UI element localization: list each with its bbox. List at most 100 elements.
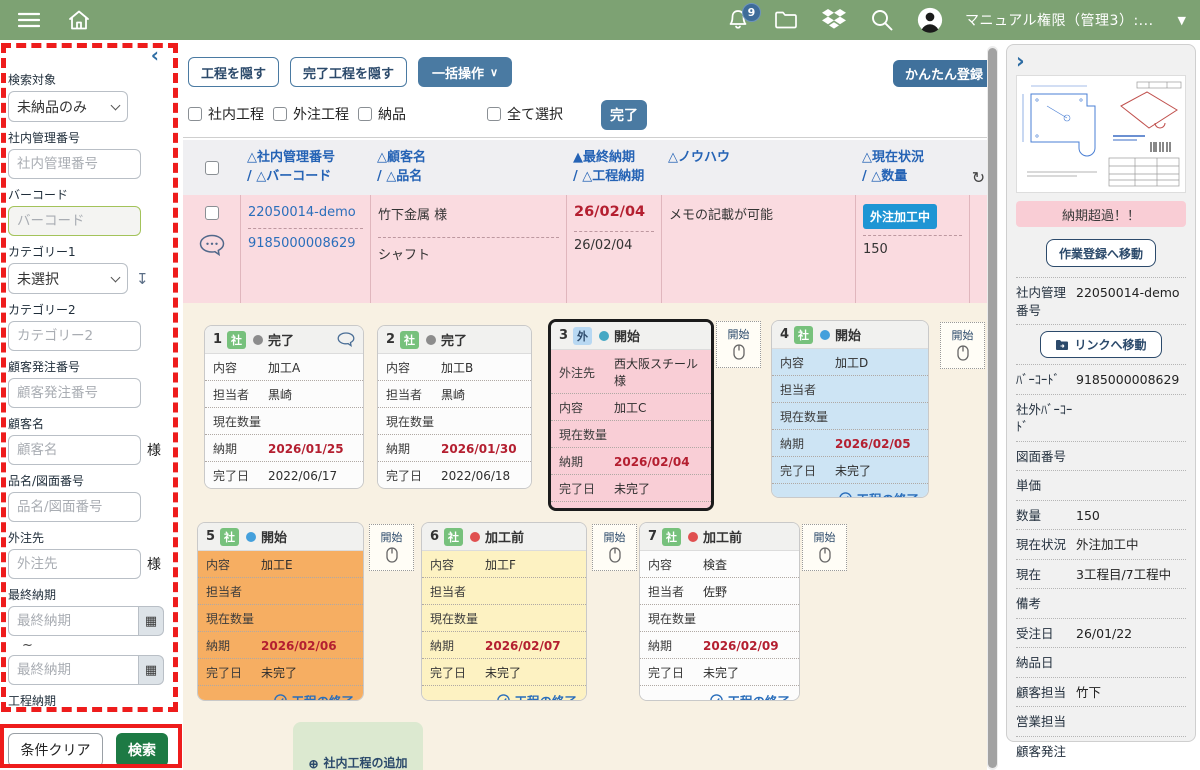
app-window: 9 マニュアル権限（管理3）:... ▼ ‹ 検索対象 未納品のみ 社内管 — [0, 0, 1200, 770]
internal-number-input[interactable] — [8, 149, 141, 179]
process-card-3-selected[interactable]: 3 外 開始 外注先西大阪スチール様 内容加工C 現在数量 納期2026/02/… — [548, 319, 714, 511]
end-process-link[interactable]: 工程の終了 — [772, 484, 928, 498]
item-name-input[interactable] — [8, 492, 141, 522]
end-process-link[interactable]: 工程の終了 — [640, 686, 799, 701]
delivery-checkbox-label: 納品 — [378, 104, 406, 124]
end-process-link[interactable]: 工程の終了 — [422, 686, 586, 701]
download-icon[interactable]: ↧ — [136, 270, 149, 288]
barcode-input[interactable] — [8, 206, 141, 236]
start-process-chip[interactable]: 開始 — [716, 321, 761, 368]
main-scrollbar[interactable] — [987, 46, 998, 770]
process-card-5[interactable]: 5 社 開始 内容加工E 担当者 現在数量 納期2026/02/06 完了日未完… — [197, 522, 364, 701]
customer-name-input[interactable] — [8, 435, 141, 465]
hide-process-button[interactable]: 工程を隠す — [188, 57, 279, 87]
notification-count-badge: 9 — [742, 3, 761, 22]
process-card-7[interactable]: 7 社 加工前 内容検査 担当者佐野 現在数量 納期2026/02/09 完了日… — [639, 522, 800, 701]
final-due-to-input[interactable] — [8, 655, 139, 685]
process-card-4[interactable]: 4 社 開始 内容加工D 担当者 現在数量 納期2026/02/05 完了日未完… — [771, 320, 929, 498]
overdue-alert: 納期超過！！ — [1016, 201, 1186, 227]
column-header-internal-number[interactable]: △社内管理番号/ △バーコード — [241, 140, 371, 195]
folder-link-icon — [1055, 339, 1069, 351]
process-number: 1 — [213, 332, 222, 347]
status-dot-icon — [599, 331, 609, 341]
search-target-select[interactable]: 未納品のみ — [8, 91, 128, 122]
process-type-badge: 外 — [573, 327, 592, 345]
row-select-checkbox[interactable] — [205, 206, 219, 220]
chevron-down-icon: ∨ — [490, 66, 498, 79]
home-icon[interactable] — [66, 7, 92, 33]
order-barcode-link[interactable]: 9185000008629 — [248, 235, 363, 253]
search-icon[interactable] — [869, 7, 895, 33]
chevron-down-icon — [111, 273, 121, 283]
bulk-action-label: 一括操作 — [432, 63, 484, 82]
outsource-input[interactable] — [8, 549, 141, 579]
toolbar-divider — [183, 137, 987, 138]
end-process-link[interactable]: 工程の終了 — [198, 686, 363, 701]
work-register-button[interactable]: 作業登録へ移動 — [1046, 239, 1156, 267]
outsource-process-checkbox-label: 外注工程 — [293, 104, 349, 124]
column-header-status[interactable]: △現在状況/ △数量 — [856, 140, 970, 195]
user-role-label[interactable]: マニュアル権限（管理3）:... — [965, 10, 1154, 30]
column-header-knowhow[interactable]: △ノウハウ — [662, 140, 856, 195]
sidebar-collapse-icon[interactable]: ‹ — [8, 46, 173, 64]
process-card-6[interactable]: 6 社 加工前 内容加工F 担当者 現在数量 納期2026/02/07 完了日未… — [421, 522, 587, 701]
comment-bubble-icon[interactable] — [337, 332, 355, 347]
start-process-chip[interactable]: 開始 — [802, 524, 847, 571]
process-card-1[interactable]: 1 社 完了 内容加工A 担当者黒崎 現在数量 納期2026/01/25 完了日… — [204, 325, 364, 489]
process-type-badge: 社 — [227, 331, 246, 349]
comment-bubble-icon[interactable] — [199, 234, 225, 260]
column-header-customer[interactable]: △顧客名/ △品名 — [371, 140, 567, 195]
customer-order-number-input[interactable] — [8, 378, 141, 408]
select-all-checkbox[interactable] — [487, 107, 501, 121]
user-avatar[interactable] — [917, 7, 943, 33]
order-final-due: 26/02/04 — [574, 204, 654, 220]
status-dot-icon — [820, 330, 830, 340]
start-process-chip[interactable]: 開始 — [369, 524, 414, 571]
process-card-2[interactable]: 2 社 完了 内容加工B 担当者黒崎 現在数量 納期2026/01/30 完了日… — [377, 325, 532, 489]
end-process-link[interactable]: 工程の終了 — [551, 502, 711, 511]
folder-icon[interactable] — [773, 7, 799, 33]
category1-select[interactable]: 未選択 — [8, 263, 128, 294]
clear-conditions-button[interactable]: 条件クリア — [8, 733, 103, 767]
column-header-due[interactable]: ▲最終納期/ △工程納期 — [567, 140, 662, 195]
hamburger-menu-icon[interactable] — [16, 7, 42, 33]
order-process-due: 26/02/04 — [574, 238, 654, 253]
refresh-icon[interactable]: ↻ — [970, 140, 987, 195]
process-number: 5 — [206, 529, 215, 544]
hide-done-process-button[interactable]: 完了工程を隠す — [290, 57, 407, 87]
internal-process-checkbox[interactable] — [188, 107, 202, 121]
bulk-action-button[interactable]: 一括操作 ∨ — [418, 57, 512, 87]
customer-suffix-label: 様 — [147, 440, 161, 460]
calendar-icon[interactable]: ▦ — [139, 606, 164, 636]
detail-row: 現在状況外注加工中 — [1016, 530, 1186, 560]
final-due-from-input[interactable] — [8, 606, 139, 636]
outsource-label: 外注先 — [8, 529, 173, 546]
add-internal-process-button[interactable]: ⊕ 社内工程の追加 — [293, 722, 423, 770]
delivery-checkbox[interactable] — [358, 107, 372, 121]
start-chip-label: 開始 — [814, 531, 836, 544]
detail-row: 備考 — [1016, 589, 1186, 619]
category2-input[interactable] — [8, 321, 141, 351]
done-button[interactable]: 完了 — [601, 100, 647, 130]
add-internal-process-label: 社内工程の追加 — [324, 754, 408, 770]
panel-expand-icon[interactable]: › — [1016, 51, 1186, 71]
header-select-checkbox[interactable] — [205, 161, 219, 175]
order-table-row[interactable]: 22050014-demo 9185000008629 竹下金属 様 シャフト … — [183, 195, 987, 303]
goto-link-button[interactable]: リンクへ移動 — [1040, 331, 1161, 358]
user-menu-caret-icon[interactable]: ▼ — [1178, 14, 1186, 27]
start-process-chip[interactable]: 開始 — [940, 322, 985, 369]
search-button[interactable]: 検索 — [116, 733, 168, 767]
notification-bell-icon[interactable]: 9 — [725, 7, 751, 33]
easy-register-button[interactable]: かんたん登録 — [893, 60, 995, 87]
start-chip-label: 開始 — [604, 531, 626, 544]
search-filter-sidebar: ‹ 検索対象 未納品のみ 社内管理番号 バーコード カテゴリー1 未選択 ↧ カ… — [0, 40, 183, 770]
outsource-process-checkbox[interactable] — [273, 107, 287, 121]
order-id-link[interactable]: 22050014-demo — [248, 204, 363, 222]
calendar-icon[interactable]: ▦ — [139, 655, 164, 685]
dropbox-icon[interactable] — [821, 7, 847, 33]
orders-table-header: △社内管理番号/ △バーコード △顧客名/ △品名 ▲最終納期/ △工程納期 △… — [183, 140, 987, 195]
drawing-thumbnail[interactable] — [1016, 75, 1186, 193]
scrollbar-thumb[interactable] — [988, 48, 997, 768]
search-target-value: 未納品のみ — [17, 97, 87, 117]
start-process-chip[interactable]: 開始 — [592, 524, 637, 571]
